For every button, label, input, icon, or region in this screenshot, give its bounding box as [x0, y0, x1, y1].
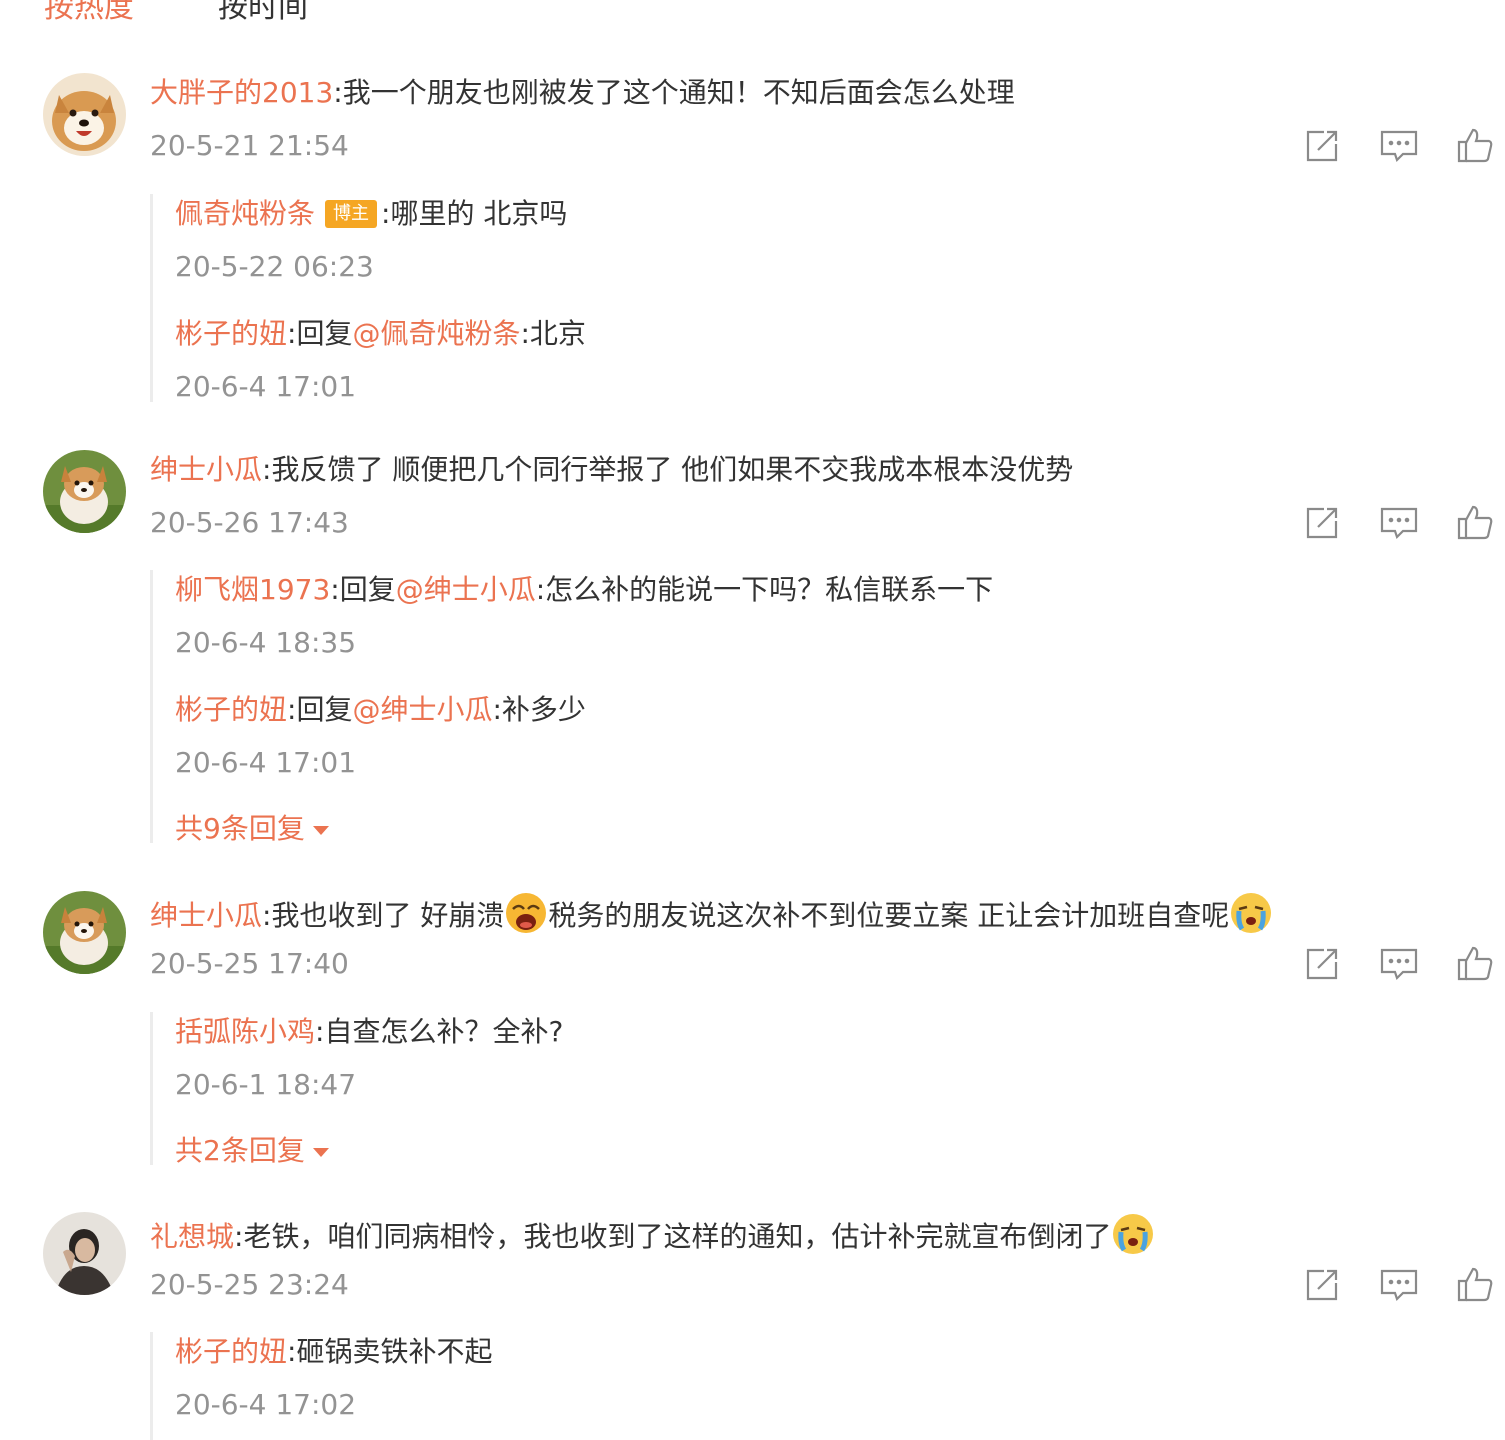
comment-text: 绅士小瓜:我反馈了 顺便把几个同行举报了 他们如果不交我成本根本没优势 [150, 450, 1073, 490]
comment-text: 礼想城:老铁，咱们同病相怜，我也收到了这样的通知，估计补完就宣布倒闭了 [150, 1212, 1155, 1257]
reply-thread: 柳飞烟1973:回复@绅士小瓜:怎么补的能说一下吗？私信联系一下 20-6-4 … [150, 570, 993, 845]
reply-username[interactable]: 彬子的妞 [175, 1335, 287, 1368]
reply-text: 彬子的妞:回复@绅士小瓜:补多少 [175, 690, 586, 730]
tab-sort-time[interactable]: 按时间 [218, 0, 308, 28]
reply-mention[interactable]: @绅士小瓜 [396, 573, 536, 606]
reply-username[interactable]: 柳飞烟1973 [175, 573, 330, 606]
share-icon[interactable] [1302, 944, 1342, 984]
reply-content: :自查怎么补？全补? [315, 1015, 564, 1048]
comment-icon[interactable] [1379, 503, 1419, 543]
reply-timestamp: 20-6-4 17:01 [175, 370, 357, 403]
corgi-puppy-avatar[interactable] [43, 891, 126, 974]
reply-thread: 佩奇炖粉条 博主:哪里的 北京吗 20-5-22 06:23 彬子的妞:回复@佩奇… [150, 194, 586, 403]
comment-timestamp: 20-5-25 17:40 [150, 947, 349, 980]
comment-username[interactable]: 绅士小瓜 [150, 453, 262, 486]
reply-timestamp: 20-6-1 18:47 [175, 1068, 357, 1101]
reply-thread: 括弧陈小鸡:自查怎么补？全补? 20-6-1 18:47 共2条回复 [150, 1012, 563, 1167]
reply-prefix: :回复 [330, 573, 396, 606]
comment-username[interactable]: 大胖子的2013 [150, 76, 333, 109]
reply-content: :北京 [520, 317, 586, 350]
crying-face-emoji-icon [504, 891, 548, 935]
comment-icon[interactable] [1379, 944, 1419, 984]
caret-down-icon [312, 825, 329, 835]
comment-timestamp: 20-5-21 21:54 [150, 129, 349, 162]
comment-content: :我一个朋友也刚被发了这个通知！不知后面会怎么处理 [333, 76, 1015, 109]
view-more-replies-button[interactable]: 共9条回复 [175, 809, 329, 849]
person-photo-avatar[interactable] [43, 1212, 126, 1295]
reply-timestamp: 20-6-4 17:01 [175, 746, 357, 779]
comment-content: :我反馈了 顺便把几个同行举报了 他们如果不交我成本根本没优势 [262, 453, 1074, 486]
reply-text: 括弧陈小鸡:自查怎么补？全补? [175, 1012, 563, 1052]
reply-username[interactable]: 括弧陈小鸡 [175, 1015, 315, 1048]
reply-thread: 彬子的妞:砸锅卖铁补不起 20-6-4 17:02 [150, 1332, 492, 1440]
reply-timestamp: 20-5-22 06:23 [175, 250, 374, 283]
more-replies-label: 共2条回复 [175, 1134, 305, 1167]
reply-content: :怎么补的能说一下吗？私信联系一下 [535, 573, 994, 606]
reply-text: 柳飞烟1973:回复@绅士小瓜:怎么补的能说一下吗？私信联系一下 [175, 570, 993, 610]
like-icon[interactable] [1455, 944, 1495, 984]
comment-timestamp: 20-5-26 17:43 [150, 506, 349, 539]
tears-emoji-icon [1111, 1212, 1155, 1256]
reply-text: 彬子的妞:回复@佩奇炖粉条:北京 [175, 314, 586, 354]
more-replies-label: 共9条回复 [175, 812, 305, 845]
comment-icon[interactable] [1379, 126, 1419, 166]
reply-prefix: :回复 [287, 317, 353, 350]
reply-content: :砸锅卖铁补不起 [287, 1335, 493, 1368]
reply-text: 彬子的妞:砸锅卖铁补不起 [175, 1332, 492, 1372]
comment-icon[interactable] [1379, 1265, 1419, 1305]
corgi-puppy-avatar[interactable] [43, 450, 126, 533]
reply-username[interactable]: 彬子的妞 [175, 693, 287, 726]
like-icon[interactable] [1455, 126, 1495, 166]
tab-sort-hot[interactable]: 按热度 [44, 0, 134, 28]
comment-timestamp: 20-5-25 23:24 [150, 1268, 349, 1301]
reply-mention[interactable]: @绅士小瓜 [352, 693, 492, 726]
reply-content: :哪里的 北京吗 [381, 197, 568, 230]
comment-username[interactable]: 绅士小瓜 [150, 899, 262, 932]
share-icon[interactable] [1302, 126, 1342, 166]
reply-mention[interactable]: @佩奇炖粉条 [352, 317, 520, 350]
reply-text: 佩奇炖粉条 博主:哪里的 北京吗 [175, 194, 567, 234]
comment-content: 税务的朋友说这次补不到位要立案 正让会计加班自查呢 [548, 899, 1230, 932]
view-more-replies-button[interactable]: 共2条回复 [175, 1131, 329, 1171]
shiba-dog-avatar[interactable] [43, 73, 126, 156]
comment-text: 大胖子的2013:我一个朋友也刚被发了这个通知！不知后面会怎么处理 [150, 73, 1015, 113]
caret-down-icon [312, 1147, 329, 1157]
tears-emoji-icon [1229, 891, 1273, 935]
author-badge: 博主 [325, 200, 378, 228]
reply-prefix: :回复 [287, 693, 353, 726]
like-icon[interactable] [1455, 1265, 1495, 1305]
reply-timestamp: 20-6-4 17:02 [175, 1388, 357, 1421]
like-icon[interactable] [1455, 503, 1495, 543]
reply-username[interactable]: 佩奇炖粉条 [175, 197, 315, 230]
reply-timestamp: 20-6-4 18:35 [175, 626, 357, 659]
share-icon[interactable] [1302, 1265, 1342, 1305]
reply-content: :补多少 [492, 693, 586, 726]
comment-text: 绅士小瓜:我也收到了 好崩溃 税务的朋友说这次补不到位要立案 正让会计加班自查呢 [150, 891, 1273, 936]
share-icon[interactable] [1302, 503, 1342, 543]
comment-username[interactable]: 礼想城 [150, 1220, 234, 1253]
reply-username[interactable]: 彬子的妞 [175, 317, 287, 350]
comment-content: :我也收到了 好崩溃 [262, 899, 505, 932]
comment-content: :老铁，咱们同病相怜，我也收到了这样的通知，估计补完就宣布倒闭了 [234, 1220, 1112, 1253]
